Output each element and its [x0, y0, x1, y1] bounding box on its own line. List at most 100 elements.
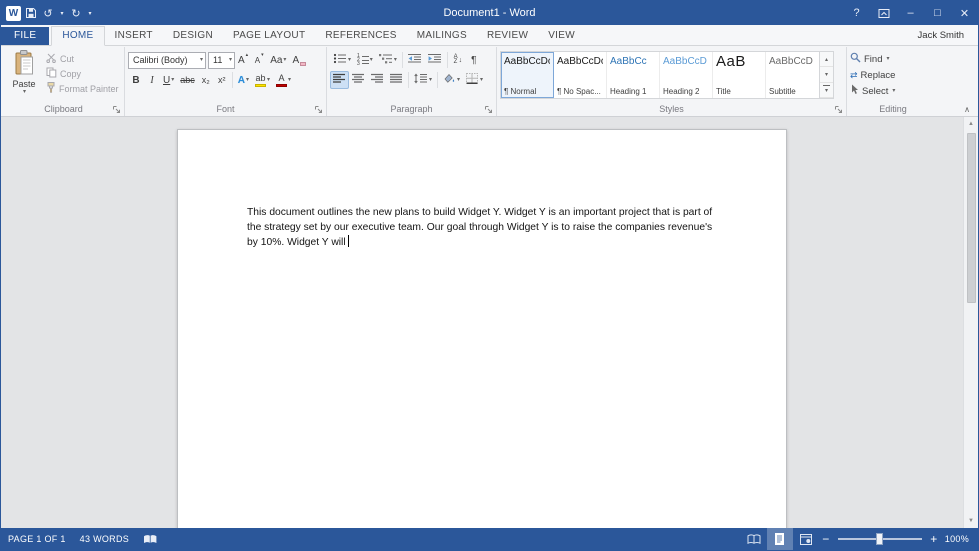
increase-indent-button[interactable]	[425, 51, 445, 69]
gallery-more-icon[interactable]: ▾	[820, 82, 833, 98]
font-size-select[interactable]: 11 ▾	[208, 51, 235, 69]
align-left-button[interactable]	[330, 71, 349, 89]
style-subtitle[interactable]: AaBbCcD Subtitle	[766, 52, 819, 98]
underline-button[interactable]: U ▾	[160, 71, 177, 89]
undo-dropdown-icon[interactable]: ▾	[58, 4, 66, 22]
style-heading-1[interactable]: AaBbCc Heading 1	[607, 52, 660, 98]
highlight-color-button[interactable]: ab ▾	[252, 71, 273, 89]
zoom-slider[interactable]	[837, 533, 922, 545]
change-case-button[interactable]: Aa ▾	[267, 51, 289, 69]
replace-button[interactable]: ⇄ Replace	[850, 67, 895, 83]
font-dialog-launcher-icon[interactable]	[313, 104, 323, 114]
bullets-button[interactable]: ▾	[330, 51, 354, 69]
line-spacing-button[interactable]: ▾	[411, 71, 435, 89]
collapse-ribbon-icon[interactable]: ∧	[964, 105, 970, 114]
sort-button[interactable]: AZ ↓	[450, 51, 466, 69]
numbering-button[interactable]: 123 ▾	[354, 51, 376, 69]
subscript-button[interactable]: x₂	[198, 71, 214, 89]
tab-home[interactable]: HOME	[51, 26, 105, 46]
tab-design[interactable]: DESIGN	[163, 27, 223, 45]
divider	[446, 52, 448, 68]
document-page[interactable]: This document outlines the new plans to …	[177, 129, 787, 528]
word-count[interactable]: 43 WORDS	[73, 528, 136, 550]
decrease-indent-button[interactable]	[405, 51, 425, 69]
show-hide-formatting-button[interactable]: ¶	[466, 51, 482, 69]
align-right-button[interactable]	[368, 71, 387, 89]
style-no-spacing[interactable]: AaBbCcDc ¶ No Spac...	[554, 52, 607, 98]
tab-review[interactable]: REVIEW	[477, 27, 538, 45]
zoom-level[interactable]: 100%	[941, 528, 978, 550]
more-bar	[823, 85, 830, 87]
save-icon[interactable]	[24, 4, 38, 22]
text-effects-icon: A	[237, 74, 245, 86]
align-center-button[interactable]	[349, 71, 368, 89]
cut-button[interactable]: Cut	[44, 51, 121, 66]
select-button[interactable]: Select ▾	[850, 83, 895, 99]
print-layout-icon[interactable]	[766, 528, 793, 550]
multilevel-list-button[interactable]: ▾	[376, 51, 400, 69]
clipboard-dialog-launcher-icon[interactable]	[111, 104, 121, 114]
page-indicator[interactable]: PAGE 1 OF 1	[1, 528, 73, 550]
paragraph-dialog-launcher-icon[interactable]	[483, 104, 493, 114]
font-color-button[interactable]: A ▾	[273, 71, 294, 89]
user-name[interactable]: Jack Smith	[918, 30, 978, 45]
zoom-slider-thumb[interactable]	[876, 533, 884, 545]
scroll-up-icon[interactable]: ▲	[964, 117, 978, 131]
help-icon[interactable]: ?	[843, 1, 870, 25]
style-normal[interactable]: AaBbCcDc ¶ Normal	[501, 52, 554, 98]
italic-button[interactable]: I	[144, 71, 160, 89]
maximize-icon[interactable]: □	[924, 1, 951, 25]
shrink-font-button[interactable]: A ▾	[251, 51, 267, 69]
zoom-in-button[interactable]: +	[927, 528, 941, 550]
undo-icon[interactable]: ↺	[41, 4, 55, 22]
styles-dialog-launcher-icon[interactable]	[833, 104, 843, 114]
redo-icon[interactable]: ↻	[69, 4, 83, 22]
paste-button[interactable]: Paste ▾	[6, 49, 42, 101]
tab-file[interactable]: FILE	[1, 27, 50, 45]
scrollbar-thumb[interactable]	[966, 133, 976, 303]
bold-button[interactable]: B	[128, 71, 144, 89]
status-bar-right: − + 100%	[741, 528, 978, 550]
borders-icon	[466, 73, 479, 87]
close-icon[interactable]: ✕	[951, 1, 978, 25]
text-effects-button[interactable]: A ▾	[235, 71, 252, 89]
format-painter-button[interactable]: Format Painter	[44, 81, 121, 96]
tab-page-layout[interactable]: PAGE LAYOUT	[223, 27, 315, 45]
tab-mailings[interactable]: MAILINGS	[407, 27, 477, 45]
proofing-status-icon[interactable]	[136, 528, 165, 550]
read-mode-icon[interactable]	[741, 528, 767, 550]
web-layout-icon[interactable]	[793, 528, 819, 550]
replace-icon: ⇄	[850, 69, 858, 80]
word-app-icon[interactable]: W	[6, 5, 21, 21]
tab-insert[interactable]: INSERT	[105, 27, 163, 45]
minimize-icon[interactable]: –	[897, 1, 924, 25]
window-controls: ? – □ ✕	[843, 1, 978, 25]
style-sample: AaBbCcD	[769, 56, 813, 67]
vertical-scrollbar[interactable]: ▲ ▼	[963, 117, 978, 528]
tab-view[interactable]: VIEW	[538, 27, 585, 45]
style-name: Heading 2	[663, 87, 700, 96]
document-text[interactable]: This document outlines the new plans to …	[247, 206, 719, 251]
clear-formatting-button[interactable]: A	[289, 51, 309, 69]
style-title[interactable]: AaB Title	[713, 52, 766, 98]
strikethrough-button[interactable]: abc	[177, 71, 198, 89]
grow-font-button[interactable]: A ▴	[235, 51, 251, 69]
superscript-button[interactable]: x²	[214, 71, 230, 89]
shading-button[interactable]: ▾	[440, 71, 463, 89]
scroll-down-icon[interactable]: ▼	[964, 514, 978, 528]
ribbon-display-options-icon[interactable]	[870, 1, 897, 25]
tab-references[interactable]: REFERENCES	[315, 27, 406, 45]
style-heading-2[interactable]: AaBbCcD Heading 2	[660, 52, 713, 98]
find-icon	[850, 52, 861, 66]
underline-caret-icon: ▾	[171, 77, 175, 83]
gallery-down-icon[interactable]: ▾	[820, 67, 833, 83]
qat-customize-icon[interactable]: ▾	[86, 4, 94, 22]
borders-button[interactable]: ▾	[463, 71, 486, 89]
find-button[interactable]: Find ▾	[850, 51, 890, 67]
paste-dropdown-icon[interactable]: ▾	[23, 89, 26, 95]
font-name-select[interactable]: Calibri (Body) ▾	[128, 51, 206, 69]
zoom-out-button[interactable]: −	[819, 528, 833, 550]
copy-button[interactable]: Copy	[44, 66, 121, 81]
gallery-up-icon[interactable]: ▴	[820, 52, 833, 68]
justify-button[interactable]	[387, 71, 406, 89]
